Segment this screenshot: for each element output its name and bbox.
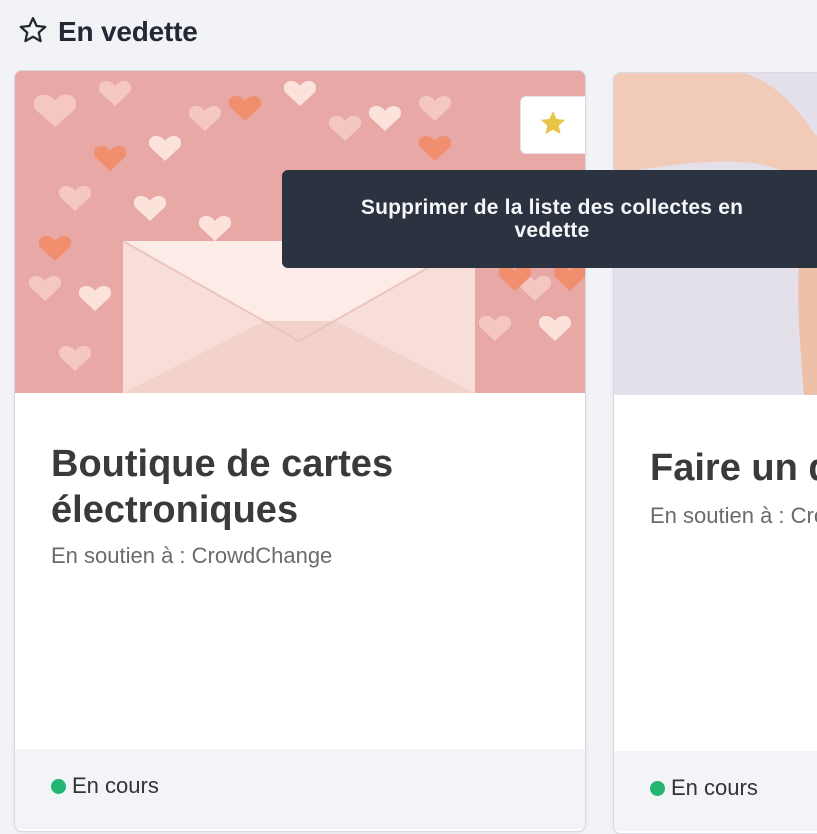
section-title: En vedette xyxy=(58,16,198,47)
favorite-button[interactable] xyxy=(520,96,585,154)
status-badge: En cours xyxy=(51,773,159,799)
card-title[interactable]: Faire un d xyxy=(650,445,817,491)
section-header: En vedette xyxy=(18,12,198,52)
card-support-text: En soutien à : Cro xyxy=(650,503,817,528)
card-support-text: En soutien à : CrowdChange xyxy=(51,543,333,568)
star-outline-icon xyxy=(18,15,48,50)
status-badge: En cours xyxy=(650,775,758,801)
card-title[interactable]: Boutique de cartes électroniques xyxy=(51,441,551,533)
status-dot-icon xyxy=(650,780,665,796)
status-label: En cours xyxy=(671,775,758,800)
card-footer: En cours xyxy=(15,749,585,829)
status-dot-icon xyxy=(51,778,66,794)
star-filled-icon xyxy=(538,108,568,143)
status-label: En cours xyxy=(72,773,159,798)
favorite-tooltip: Supprimer de la liste des collectes en v… xyxy=(282,170,817,268)
card-footer: En cours xyxy=(614,751,817,831)
